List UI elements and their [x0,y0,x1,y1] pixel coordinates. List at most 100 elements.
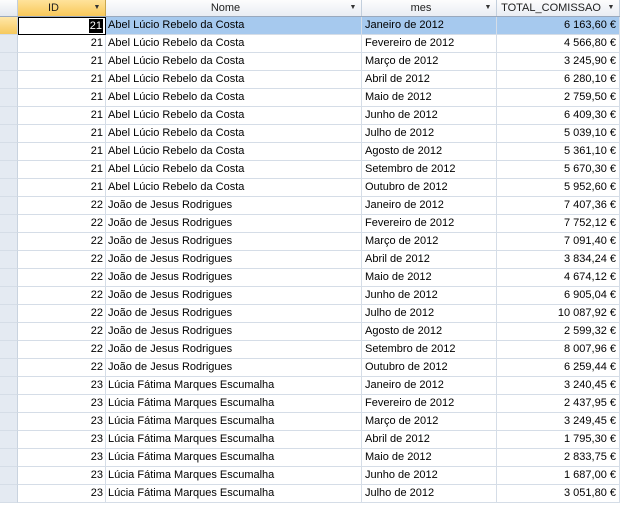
cell-id[interactable]: 22 [18,269,106,287]
table-row[interactable]: 23 Lúcia Fátima Marques Escumalha Julho de… [0,485,620,503]
cell-nome[interactable]: Lúcia Fátima Marques Escumalha [106,449,362,467]
table-row[interactable]: 21 Abel Lúcio Rebelo da Costa Julho de 201… [0,125,620,143]
table-row[interactable]: 22 João de Jesus Rodrigues Outubro de 2012… [0,359,620,377]
cell-mes[interactable]: Maio de 2012 [362,449,497,467]
cell-mes[interactable]: Maio de 2012 [362,89,497,107]
table-row[interactable]: 23 Lúcia Fátima Marques Escumalha Janeiro … [0,377,620,395]
table-row[interactable]: 22 João de Jesus Rodrigues Abril de 2012 3 … [0,251,620,269]
cell-nome[interactable]: João de Jesus Rodrigues [106,215,362,233]
cell-id[interactable]: 21 [18,89,106,107]
column-header-mes[interactable]: mes ▼ [362,0,497,16]
cell-total-comissao[interactable]: 5 039,10 € [497,125,620,143]
cell-id[interactable]: 23 [18,449,106,467]
table-row[interactable]: 22 João de Jesus Rodrigues Fevereiro de 20… [0,215,620,233]
cell-total-comissao[interactable]: 2 599,32 € [497,323,620,341]
cell-mes[interactable]: Agosto de 2012 [362,143,497,161]
cell-total-comissao[interactable]: 3 240,45 € [497,377,620,395]
select-all-button[interactable] [0,0,18,16]
row-selector[interactable] [0,431,18,449]
cell-mes[interactable]: Junho de 2012 [362,467,497,485]
cell-nome[interactable]: Abel Lúcio Rebelo da Costa [106,35,362,53]
cell-nome[interactable]: Lúcia Fátima Marques Escumalha [106,395,362,413]
cell-total-comissao[interactable]: 5 670,30 € [497,161,620,179]
cell-nome[interactable]: Abel Lúcio Rebelo da Costa [106,161,362,179]
cell-total-comissao[interactable]: 6 163,60 € [497,17,620,35]
table-row[interactable]: 21 Abel Lúcio Rebelo da Costa Março de 201… [0,53,620,71]
cell-nome[interactable]: João de Jesus Rodrigues [106,341,362,359]
cell-nome[interactable]: João de Jesus Rodrigues [106,197,362,215]
cell-total-comissao[interactable]: 1 687,00 € [497,467,620,485]
column-header-nome[interactable]: Nome ▼ [106,0,362,16]
cell-total-comissao[interactable]: 3 249,45 € [497,413,620,431]
table-row[interactable]: 21 Abel Lúcio Rebelo da Costa Agosto de 20… [0,143,620,161]
table-row[interactable]: 23 Lúcia Fátima Marques Escumalha Março de… [0,413,620,431]
table-row[interactable]: 23 Lúcia Fátima Marques Escumalha Fevereir… [0,395,620,413]
cell-nome[interactable]: Lúcia Fátima Marques Escumalha [106,377,362,395]
row-selector[interactable] [0,35,18,53]
table-row[interactable]: 22 João de Jesus Rodrigues Março de 2012 7 … [0,233,620,251]
cell-id[interactable]: 23 [18,377,106,395]
cell-id[interactable]: 21 [18,107,106,125]
row-selector[interactable] [0,215,18,233]
cell-id[interactable]: 21 [18,125,106,143]
cell-nome[interactable]: João de Jesus Rodrigues [106,323,362,341]
table-row[interactable]: 23 Lúcia Fátima Marques Escumalha Abril de… [0,431,620,449]
chevron-down-icon[interactable]: ▼ [348,0,358,16]
cell-nome[interactable]: Abel Lúcio Rebelo da Costa [106,125,362,143]
table-row[interactable]: 21 Abel Lúcio Rebelo da Costa Janeiro de 2… [0,17,620,35]
cell-id[interactable]: 22 [18,359,106,377]
cell-total-comissao[interactable]: 3 051,80 € [497,485,620,503]
table-row[interactable]: 22 João de Jesus Rodrigues Setembro de 201… [0,341,620,359]
cell-mes[interactable]: Junho de 2012 [362,287,497,305]
cell-nome[interactable]: Lúcia Fátima Marques Escumalha [106,413,362,431]
cell-mes[interactable]: Junho de 2012 [362,107,497,125]
row-selector[interactable] [0,107,18,125]
cell-nome[interactable]: Lúcia Fátima Marques Escumalha [106,485,362,503]
cell-nome[interactable]: Abel Lúcio Rebelo da Costa [106,107,362,125]
cell-total-comissao[interactable]: 7 752,12 € [497,215,620,233]
cell-total-comissao[interactable]: 4 566,80 € [497,35,620,53]
row-selector[interactable] [0,17,18,35]
cell-nome[interactable]: João de Jesus Rodrigues [106,287,362,305]
cell-nome[interactable]: João de Jesus Rodrigues [106,233,362,251]
cell-nome[interactable]: João de Jesus Rodrigues [106,251,362,269]
chevron-down-icon[interactable]: ▼ [606,0,616,16]
cell-mes[interactable]: Fevereiro de 2012 [362,395,497,413]
cell-mes[interactable]: Outubro de 2012 [362,179,497,197]
table-row[interactable]: 21 Abel Lúcio Rebelo da Costa Abril de 201… [0,71,620,89]
cell-mes[interactable]: Janeiro de 2012 [362,197,497,215]
table-row[interactable]: 21 Abel Lúcio Rebelo da Costa Junho de 201… [0,107,620,125]
table-row[interactable]: 22 João de Jesus Rodrigues Junho de 2012 6 … [0,287,620,305]
table-row[interactable]: 21 Abel Lúcio Rebelo da Costa Outubro de 2… [0,179,620,197]
cell-mes[interactable]: Julho de 2012 [362,485,497,503]
cell-mes[interactable]: Março de 2012 [362,413,497,431]
row-selector[interactable] [0,305,18,323]
cell-total-comissao[interactable]: 6 905,04 € [497,287,620,305]
table-row[interactable]: 21 Abel Lúcio Rebelo da Costa Maio de 2012… [0,89,620,107]
cell-id[interactable]: 23 [18,431,106,449]
cell-mes[interactable]: Fevereiro de 2012 [362,35,497,53]
row-selector[interactable] [0,395,18,413]
cell-mes[interactable]: Janeiro de 2012 [362,17,497,35]
chevron-down-icon[interactable]: ▼ [483,0,493,16]
cell-nome[interactable]: Lúcia Fátima Marques Escumalha [106,431,362,449]
cell-total-comissao[interactable]: 4 674,12 € [497,269,620,287]
row-selector[interactable] [0,269,18,287]
cell-mes[interactable]: Fevereiro de 2012 [362,215,497,233]
cell-id[interactable]: 21 [18,161,106,179]
chevron-down-icon[interactable]: ▼ [92,0,102,16]
cell-nome[interactable]: Abel Lúcio Rebelo da Costa [106,89,362,107]
row-selector[interactable] [0,161,18,179]
cell-total-comissao[interactable]: 10 087,92 € [497,305,620,323]
cell-id[interactable]: 21 [18,71,106,89]
table-row[interactable]: 22 João de Jesus Rodrigues Agosto de 2012 2… [0,323,620,341]
table-row[interactable]: 23 Lúcia Fátima Marques Escumalha Maio de … [0,449,620,467]
cell-total-comissao[interactable]: 6 280,10 € [497,71,620,89]
row-selector[interactable] [0,359,18,377]
cell-total-comissao[interactable]: 2 833,75 € [497,449,620,467]
cell-total-comissao[interactable]: 5 952,60 € [497,179,620,197]
cell-total-comissao[interactable]: 8 007,96 € [497,341,620,359]
cell-total-comissao[interactable]: 3 834,24 € [497,251,620,269]
cell-mes[interactable]: Maio de 2012 [362,269,497,287]
cell-nome[interactable]: João de Jesus Rodrigues [106,269,362,287]
